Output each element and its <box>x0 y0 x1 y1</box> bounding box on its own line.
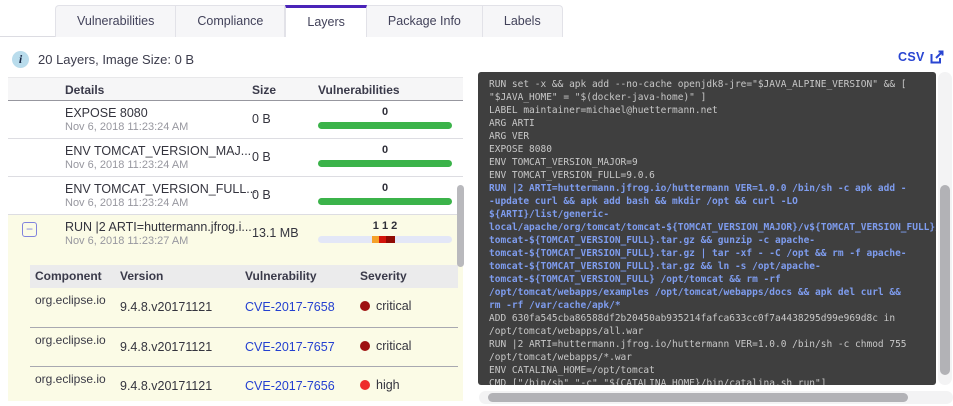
layer-date: Nov 6, 2018 11:23:24 AM <box>65 159 189 171</box>
layers-table-body: EXPOSE 8080 Nov 6, 2018 11:23:24 AM 0 B … <box>8 101 463 215</box>
vulnerability-counts: 1 1 2 <box>372 220 398 232</box>
vulnerability-count: 0 <box>381 106 389 118</box>
tab-bar: Vulnerabilities Compliance Layers Packag… <box>55 5 563 37</box>
vulnerability-bar-green <box>318 122 452 129</box>
left-panel-scrollbar-thumb[interactable] <box>457 185 464 267</box>
layer-size: 0 B <box>252 188 271 202</box>
vulnerability-bar-cell: 1 1 2 <box>318 220 452 243</box>
export-icon[interactable] <box>930 50 944 64</box>
component-version: 9.4.8.v20171121 <box>120 300 213 314</box>
vulnerability-bar-cell: 0 <box>318 182 452 205</box>
csv-link[interactable]: CSV <box>898 50 925 64</box>
column-component: Component <box>35 269 102 283</box>
csv-export[interactable]: CSV <box>898 50 944 64</box>
vulnerability-bar-segmented <box>318 236 452 243</box>
severity-dot-high <box>360 380 370 390</box>
subtable-header: Component Version Vulnerability Severity <box>30 265 458 288</box>
tab-vulnerabilities[interactable]: Vulnerabilities <box>55 5 177 37</box>
layers-summary-text: 20 Layers, Image Size: 0 B <box>38 52 195 67</box>
dockerfile-panel[interactable]: RUN set -x && apk add --no-cache openjdk… <box>478 72 936 385</box>
layer-date: Nov 6, 2018 11:23:27 AM <box>65 235 189 247</box>
cve-link[interactable]: CVE-2017-7657 <box>245 340 335 354</box>
severity-label: high <box>376 378 400 392</box>
vulnerability-row: org.eclipse.io 9.4.8.v20171121 CVE-2017-… <box>30 327 458 366</box>
vulnerability-row: org.eclipse.io 9.4.8.v20171121 CVE-2017-… <box>30 366 458 405</box>
tab-compliance[interactable]: Compliance <box>176 5 286 37</box>
vulnerability-count: 0 <box>381 182 389 194</box>
vulnerability-bar-cell: 0 <box>318 106 452 129</box>
layer-title: RUN |2 ARTI=huttermann.jfrog.i... <box>65 220 252 234</box>
layer-row-run-arti[interactable]: − RUN |2 ARTI=huttermann.jfrog.i... Nov … <box>8 215 463 253</box>
tab-package-info[interactable]: Package Info <box>366 5 483 37</box>
layer-size: 0 B <box>252 150 271 164</box>
severity-dot-critical <box>360 301 370 311</box>
layer-size: 13.1 MB <box>252 226 299 240</box>
severity-cell: critical <box>360 339 411 353</box>
column-version: Version <box>120 269 164 283</box>
severity-cell: critical <box>360 299 411 313</box>
layer-date: Nov 6, 2018 11:23:24 AM <box>65 197 189 209</box>
component-name: org.eclipse.io <box>35 293 106 307</box>
column-details: Details <box>65 83 105 97</box>
segment-critical-darkred <box>386 236 395 243</box>
dockerfile-code: RUN set -x && apk add --no-cache openjdk… <box>489 79 936 385</box>
severity-cell: high <box>360 378 400 392</box>
layer-size: 0 B <box>252 112 271 126</box>
layer-title: EXPOSE 8080 <box>65 106 148 120</box>
column-severity: Severity <box>360 269 407 283</box>
severity-dot-critical <box>360 341 370 351</box>
column-vulnerability: Vulnerability <box>245 269 317 283</box>
layer-row-env-major[interactable]: ENV TOMCAT_VERSION_MAJ... Nov 6, 2018 11… <box>8 139 463 177</box>
vulnerability-bar-cell: 0 <box>318 144 452 167</box>
column-size: Size <box>252 83 277 97</box>
severity-label: critical <box>376 339 412 353</box>
tab-labels[interactable]: Labels <box>482 5 563 37</box>
cve-link[interactable]: CVE-2017-7656 <box>245 379 335 393</box>
code-panel-hscrollbar-thumb[interactable] <box>488 393 908 402</box>
layers-table-header: Details Size Vulnerabilities <box>8 77 463 101</box>
vulnerabilities-subtable: Component Version Vulnerability Severity… <box>30 265 458 405</box>
vulnerability-bar-green <box>318 160 452 167</box>
collapse-icon[interactable]: − <box>22 222 37 237</box>
expanded-layer-panel: − RUN |2 ARTI=huttermann.jfrog.i... Nov … <box>8 215 463 401</box>
layer-title: ENV TOMCAT_VERSION_MAJ... <box>65 144 252 158</box>
layer-title: ENV TOMCAT_VERSION_FULL... <box>65 182 257 196</box>
code-panel-scrollbar-thumb[interactable] <box>940 185 950 375</box>
layer-row-expose-8080[interactable]: EXPOSE 8080 Nov 6, 2018 11:23:24 AM 0 B … <box>8 101 463 139</box>
vulnerability-count: 0 <box>381 144 389 156</box>
column-vulnerabilities: Vulnerabilities <box>318 83 400 97</box>
layer-row-env-full[interactable]: ENV TOMCAT_VERSION_FULL... Nov 6, 2018 1… <box>8 177 463 215</box>
layer-date: Nov 6, 2018 11:23:24 AM <box>65 121 189 133</box>
component-version: 9.4.8.v20171121 <box>120 379 213 393</box>
severity-label: critical <box>376 299 412 313</box>
cve-link[interactable]: CVE-2017-7658 <box>245 300 335 314</box>
vulnerability-row: org.eclipse.io 9.4.8.v20171121 CVE-2017-… <box>30 288 458 327</box>
component-version: 9.4.8.v20171121 <box>120 340 213 354</box>
segment-high-orange <box>372 236 379 243</box>
tab-layers[interactable]: Layers <box>285 5 367 37</box>
vulnerability-bar-green <box>318 198 452 205</box>
info-icon: i <box>12 51 29 68</box>
component-name: org.eclipse.io <box>35 333 106 347</box>
component-name: org.eclipse.io <box>35 372 106 386</box>
segment-red <box>379 236 386 243</box>
